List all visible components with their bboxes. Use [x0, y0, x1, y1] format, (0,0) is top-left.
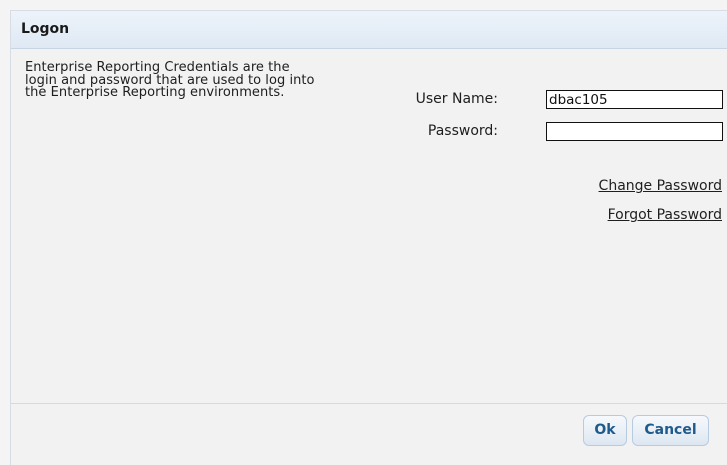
forgot-password-link[interactable]: Forgot Password [608, 207, 722, 223]
user-name-input[interactable] [546, 90, 723, 109]
logon-dialog: Logon Enterprise Reporting Credentials a… [10, 10, 727, 465]
cancel-button[interactable]: Cancel [632, 415, 709, 446]
password-label: Password: [427, 123, 498, 139]
footer-divider [11, 403, 727, 404]
password-input[interactable] [546, 122, 723, 141]
user-name-label: User Name: [415, 91, 498, 107]
dialog-title: Logon [21, 21, 70, 37]
ok-button[interactable]: Ok [583, 415, 627, 446]
credentials-description: Enterprise Reporting Credentials are the… [25, 60, 315, 100]
dialog-title-bar: Logon [11, 11, 727, 49]
change-password-link[interactable]: Change Password [599, 178, 722, 194]
